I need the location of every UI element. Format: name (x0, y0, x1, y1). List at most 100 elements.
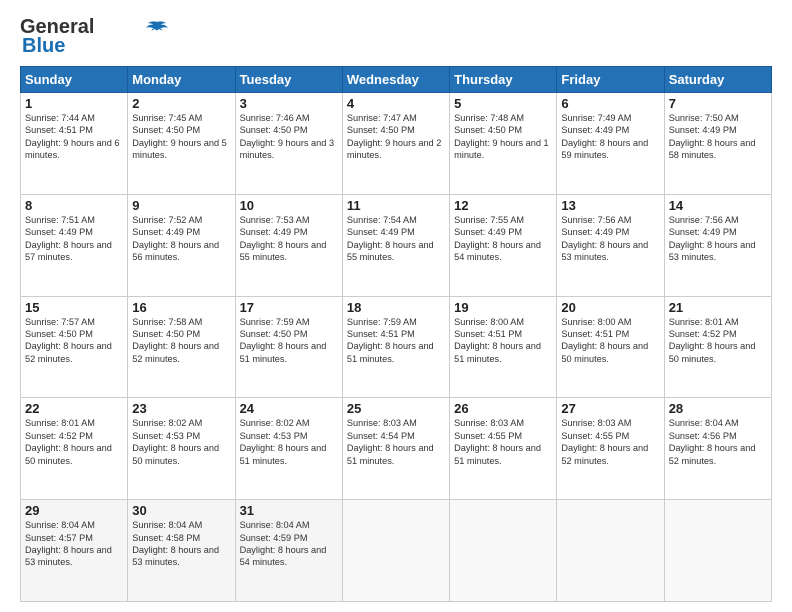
day-number: 14 (669, 198, 767, 213)
calendar-week-1: 1 Sunrise: 7:44 AMSunset: 4:51 PMDaylight… (21, 93, 772, 195)
cell-content: Sunrise: 7:56 AMSunset: 4:49 PMDaylight:… (669, 215, 756, 262)
day-number: 7 (669, 96, 767, 111)
cell-content: Sunrise: 8:04 AMSunset: 4:56 PMDaylight:… (669, 418, 756, 465)
day-number: 31 (240, 503, 338, 518)
cell-content: Sunrise: 8:04 AMSunset: 4:59 PMDaylight:… (240, 520, 327, 567)
cell-content: Sunrise: 7:47 AMSunset: 4:50 PMDaylight:… (347, 113, 442, 160)
cell-content: Sunrise: 7:44 AMSunset: 4:51 PMDaylight:… (25, 113, 120, 160)
day-number: 29 (25, 503, 123, 518)
calendar-header-saturday: Saturday (664, 67, 771, 93)
calendar-table: SundayMondayTuesdayWednesdayThursdayFrid… (20, 66, 772, 602)
calendar-cell: 13 Sunrise: 7:56 AMSunset: 4:49 PMDayligh… (557, 194, 664, 296)
calendar-cell: 7 Sunrise: 7:50 AMSunset: 4:49 PMDaylight… (664, 93, 771, 195)
calendar-cell (557, 500, 664, 602)
cell-content: Sunrise: 8:02 AMSunset: 4:53 PMDaylight:… (240, 418, 327, 465)
cell-content: Sunrise: 8:03 AMSunset: 4:54 PMDaylight:… (347, 418, 434, 465)
calendar-cell: 31 Sunrise: 8:04 AMSunset: 4:59 PMDayligh… (235, 500, 342, 602)
calendar-cell: 29Sunrise: 8:04 AMSunset: 4:57 PMDayligh… (21, 500, 128, 602)
cell-content: Sunrise: 7:48 AMSunset: 4:50 PMDaylight:… (454, 113, 549, 160)
cell-content: Sunrise: 7:59 AMSunset: 4:51 PMDaylight:… (347, 317, 434, 364)
day-number: 25 (347, 401, 445, 416)
cell-content: Sunrise: 7:56 AMSunset: 4:49 PMDaylight:… (561, 215, 648, 262)
cell-content: Sunrise: 8:02 AMSunset: 4:53 PMDaylight:… (132, 418, 219, 465)
calendar-cell: 19 Sunrise: 8:00 AMSunset: 4:51 PMDayligh… (450, 296, 557, 398)
day-number: 9 (132, 198, 230, 213)
cell-content: Sunrise: 8:01 AMSunset: 4:52 PMDaylight:… (669, 317, 756, 364)
cell-content: Sunrise: 7:57 AMSunset: 4:50 PMDaylight:… (25, 317, 112, 364)
calendar-cell: 17 Sunrise: 7:59 AMSunset: 4:50 PMDayligh… (235, 296, 342, 398)
calendar-cell: 1 Sunrise: 7:44 AMSunset: 4:51 PMDaylight… (21, 93, 128, 195)
logo-blue: Blue (22, 35, 65, 58)
cell-content: Sunrise: 7:58 AMSunset: 4:50 PMDaylight:… (132, 317, 219, 364)
calendar-cell: 23 Sunrise: 8:02 AMSunset: 4:53 PMDayligh… (128, 398, 235, 500)
calendar-cell: 24 Sunrise: 8:02 AMSunset: 4:53 PMDayligh… (235, 398, 342, 500)
cell-content: Sunrise: 7:51 AMSunset: 4:49 PMDaylight:… (25, 215, 112, 262)
day-number: 19 (454, 300, 552, 315)
calendar-cell (664, 500, 771, 602)
day-number: 28 (669, 401, 767, 416)
cell-content: Sunrise: 7:54 AMSunset: 4:49 PMDaylight:… (347, 215, 434, 262)
calendar-header-tuesday: Tuesday (235, 67, 342, 93)
cell-content: Sunrise: 7:59 AMSunset: 4:50 PMDaylight:… (240, 317, 327, 364)
logo-bird-icon (146, 20, 168, 34)
day-number: 23 (132, 401, 230, 416)
cell-content: Sunrise: 7:49 AMSunset: 4:49 PMDaylight:… (561, 113, 648, 160)
cell-content: Sunrise: 7:53 AMSunset: 4:49 PMDaylight:… (240, 215, 327, 262)
day-number: 17 (240, 300, 338, 315)
day-number: 22 (25, 401, 123, 416)
day-number: 12 (454, 198, 552, 213)
calendar-week-5: 29Sunrise: 8:04 AMSunset: 4:57 PMDayligh… (21, 500, 772, 602)
day-number: 13 (561, 198, 659, 213)
cell-content: Sunrise: 7:50 AMSunset: 4:49 PMDaylight:… (669, 113, 756, 160)
calendar-cell: 4 Sunrise: 7:47 AMSunset: 4:50 PMDaylight… (342, 93, 449, 195)
page: General Blue SundayMondayTuesdayWednesda… (0, 0, 792, 612)
calendar-cell: 6Sunrise: 7:49 AMSunset: 4:49 PMDaylight… (557, 93, 664, 195)
cell-content: Sunrise: 7:52 AMSunset: 4:49 PMDaylight:… (132, 215, 219, 262)
day-number: 30 (132, 503, 230, 518)
cell-content: Sunrise: 7:55 AMSunset: 4:49 PMDaylight:… (454, 215, 541, 262)
calendar-header-friday: Friday (557, 67, 664, 93)
calendar-header-monday: Monday (128, 67, 235, 93)
calendar-header-row: SundayMondayTuesdayWednesdayThursdayFrid… (21, 67, 772, 93)
calendar-cell: 11 Sunrise: 7:54 AMSunset: 4:49 PMDayligh… (342, 194, 449, 296)
day-number: 21 (669, 300, 767, 315)
calendar-header-sunday: Sunday (21, 67, 128, 93)
calendar-header-thursday: Thursday (450, 67, 557, 93)
calendar-cell: 18Sunrise: 7:59 AMSunset: 4:51 PMDayligh… (342, 296, 449, 398)
day-number: 24 (240, 401, 338, 416)
day-number: 3 (240, 96, 338, 111)
day-number: 20 (561, 300, 659, 315)
calendar-cell: 10 Sunrise: 7:53 AMSunset: 4:49 PMDayligh… (235, 194, 342, 296)
day-number: 16 (132, 300, 230, 315)
day-number: 11 (347, 198, 445, 213)
calendar-week-3: 15 Sunrise: 7:57 AMSunset: 4:50 PMDayligh… (21, 296, 772, 398)
cell-content: Sunrise: 8:00 AMSunset: 4:51 PMDaylight:… (454, 317, 541, 364)
calendar-cell: 3 Sunrise: 7:46 AMSunset: 4:50 PMDaylight… (235, 93, 342, 195)
cell-content: Sunrise: 7:46 AMSunset: 4:50 PMDaylight:… (240, 113, 335, 160)
day-number: 10 (240, 198, 338, 213)
cell-content: Sunrise: 7:45 AMSunset: 4:50 PMDaylight:… (132, 113, 227, 160)
day-number: 2 (132, 96, 230, 111)
calendar-cell: 12 Sunrise: 7:55 AMSunset: 4:49 PMDayligh… (450, 194, 557, 296)
calendar-cell: 5Sunrise: 7:48 AMSunset: 4:50 PMDaylight… (450, 93, 557, 195)
calendar-cell: 21 Sunrise: 8:01 AMSunset: 4:52 PMDayligh… (664, 296, 771, 398)
calendar-cell: 14 Sunrise: 7:56 AMSunset: 4:49 PMDayligh… (664, 194, 771, 296)
calendar-cell: 9 Sunrise: 7:52 AMSunset: 4:49 PMDaylight… (128, 194, 235, 296)
calendar-cell: 20 Sunrise: 8:00 AMSunset: 4:51 PMDayligh… (557, 296, 664, 398)
header: General Blue (20, 16, 772, 58)
day-number: 1 (25, 96, 123, 111)
calendar-cell: 15 Sunrise: 7:57 AMSunset: 4:50 PMDayligh… (21, 296, 128, 398)
day-number: 26 (454, 401, 552, 416)
calendar-cell: 25 Sunrise: 8:03 AMSunset: 4:54 PMDayligh… (342, 398, 449, 500)
calendar-week-4: 22 Sunrise: 8:01 AMSunset: 4:52 PMDayligh… (21, 398, 772, 500)
cell-content: Sunrise: 8:00 AMSunset: 4:51 PMDaylight:… (561, 317, 648, 364)
calendar-cell: 2 Sunrise: 7:45 AMSunset: 4:50 PMDaylight… (128, 93, 235, 195)
day-number: 4 (347, 96, 445, 111)
day-number: 8 (25, 198, 123, 213)
cell-content: Sunrise: 8:03 AMSunset: 4:55 PMDaylight:… (454, 418, 541, 465)
calendar-cell: 22 Sunrise: 8:01 AMSunset: 4:52 PMDayligh… (21, 398, 128, 500)
cell-content: Sunrise: 8:01 AMSunset: 4:52 PMDaylight:… (25, 418, 112, 465)
day-number: 15 (25, 300, 123, 315)
calendar-cell: 26 Sunrise: 8:03 AMSunset: 4:55 PMDayligh… (450, 398, 557, 500)
calendar-cell: 16 Sunrise: 7:58 AMSunset: 4:50 PMDayligh… (128, 296, 235, 398)
